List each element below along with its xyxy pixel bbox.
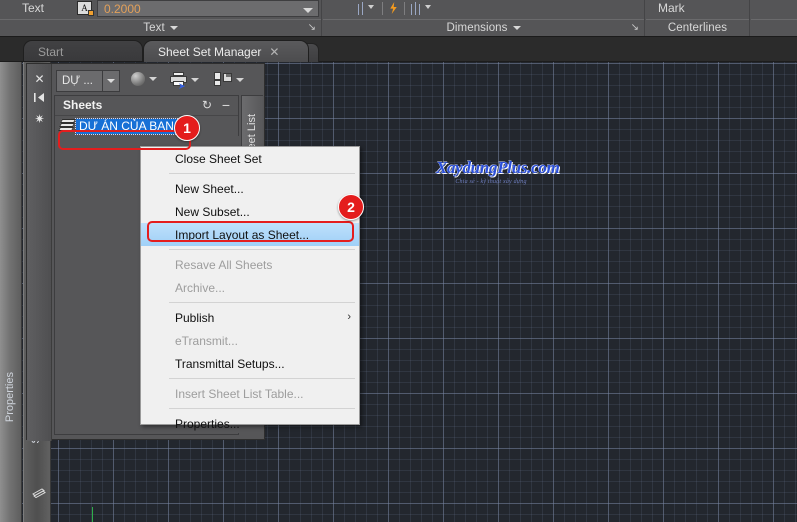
annotation-highlight-import-layout [147,221,354,242]
watermark-tagline: Chia sẻ - kỹ thuật xây dựng [455,179,527,185]
ribbon-panel-text: Text A 0.2000 Text ↘ [0,0,322,36]
menu-separator [169,378,355,379]
chevron-down-icon[interactable] [303,8,313,13]
watermark-title: XaydungPlus.com [436,158,560,177]
dimensions-panel-title: Dimensions [446,22,508,34]
menu-item-label: Properties... [175,416,240,431]
menu-item-close-sheet-set[interactable]: Close Sheet Set [141,147,359,170]
centerlines-panel-controls: Mark [646,0,749,18]
menu-item-label: New Sheet... [175,181,244,196]
ribbon-overflow-top [751,0,797,18]
file-tab-start-label: Start [38,44,64,59]
text-height-label: Text [22,1,45,15]
menu-item-label: Publish [175,310,215,325]
menu-item-label: Transmittal Setups... [175,356,285,371]
menu-item-resave-all-sheets: Resave All Sheets [141,253,359,276]
ucs-y-axis [92,507,93,522]
ssm-toolbar: DỰ ... ➤ [53,68,244,94]
watermark: XaydungPlus.com Chia sẻ - kỹ thuật xây d… [436,158,560,185]
menu-item-new-subset[interactable]: New Subset... [141,200,359,223]
menu-item-label: eTransmit... [175,333,238,348]
dimension-break-icon[interactable] [411,1,420,15]
properties-dock-strip[interactable]: Properties [0,62,22,522]
dimension-style-icon[interactable] [358,1,363,15]
chevron-down-icon[interactable] [191,77,199,82]
collapse-icon[interactable]: − [222,98,230,112]
divider [404,1,405,15]
menu-item-transmittal-setups[interactable]: Transmittal Setups... [141,352,359,375]
ssm-etransmit-button[interactable] [214,72,244,87]
chevron-right-icon: › [347,311,351,323]
file-tab-start[interactable]: Start [23,40,143,62]
center-mark-label[interactable]: Mark [658,1,685,15]
ssm-publish-button[interactable]: ➤ [170,72,199,91]
menu-separator [169,302,355,303]
sheet-set-icon [30,487,47,501]
ribbon: Text A 0.2000 Text ↘ Dimensions ↘ Mark C… [0,0,797,37]
close-icon[interactable]: ✕ [32,72,47,87]
annotation-badge-2: 2 [338,194,364,220]
menu-item-label: Insert Sheet List Table... [175,386,304,401]
chevron-down-icon[interactable] [149,77,157,81]
menu-item-properties[interactable]: Properties... [141,412,359,435]
sheet-set-context-menu: Close Sheet Set New Sheet... New Subset...… [140,146,360,431]
sheets-tree-header: Sheets ↻ − [55,96,238,116]
chevron-down-icon[interactable] [425,5,431,9]
text-panel-title-bar[interactable]: Text ↘ [0,19,321,36]
divider [382,1,383,15]
menu-item-label: New Subset... [175,204,250,219]
menu-item-etransmit: eTransmit... [141,329,359,352]
dimensions-panel-controls [323,0,644,18]
quick-dimension-icon[interactable] [390,2,397,14]
menu-item-new-sheet[interactable]: New Sheet... [141,177,359,200]
ribbon-panel-centerlines: Mark Centerlines [646,0,750,36]
ssm-title-column: ✕ ✷ [27,64,52,441]
menu-item-archive: Archive... [141,276,359,299]
menu-separator [169,249,355,250]
refresh-icon[interactable]: ↻ [202,99,212,112]
sheet-set-selector[interactable]: DỰ ... [56,70,120,92]
menu-item-publish[interactable]: Publish › [141,306,359,329]
file-tab-ssm-label: Sheet Set Manager [158,44,262,59]
dialog-launcher-icon[interactable]: ↘ [631,23,639,33]
menu-separator [169,173,355,174]
ribbon-panel-overflow [751,0,797,36]
menu-item-label: Archive... [175,280,226,295]
chevron-down-icon[interactable] [169,26,178,30]
sheets-header-label: Sheets [63,98,103,112]
panel-properties-icon[interactable]: ✷ [32,112,47,127]
menu-item-label: Resave All Sheets [175,257,273,272]
dimensions-panel-title-bar[interactable]: Dimensions ↘ [323,19,644,36]
chevron-down-icon[interactable] [512,26,521,30]
text-height-value: 0.2000 [104,2,141,16]
chevron-down-icon[interactable] [368,5,374,9]
auto-hide-icon[interactable] [32,92,47,107]
ribbon-overflow-bottom [751,19,797,36]
sheet-set-selector-value: DỰ ... [62,75,93,87]
text-panel-title: Text [143,22,165,34]
chevron-down-icon[interactable] [102,71,119,91]
ssm-detail-view-button[interactable] [131,72,157,86]
menu-separator [169,408,355,409]
file-tab-bar: Start Sheet Set Manager ✕ + [0,37,797,62]
file-tab-sheet-set-manager[interactable]: Sheet Set Manager ✕ [143,40,309,62]
text-panel-controls: Text A 0.2000 [0,0,321,18]
dialog-launcher-icon[interactable]: ↘ [308,23,316,33]
text-height-combo[interactable]: 0.2000 [97,0,319,17]
publish-printer-icon: ➤ [170,72,187,91]
autocad-window: Text A 0.2000 Text ↘ Dimensions ↘ Mark C… [0,0,797,522]
ribbon-panel-dimensions: Dimensions ↘ [323,0,645,36]
text-style-icon[interactable]: A [77,1,94,16]
menu-item-insert-sheet-list-table: Insert Sheet List Table... [141,382,359,405]
annotation-highlight-sheet-item [58,130,191,150]
menu-item-label: Close Sheet Set [175,151,262,166]
centerlines-panel-title: Centerlines [667,22,728,34]
centerlines-panel-title-bar[interactable]: Centerlines [646,19,749,36]
sheet-list-icon [214,72,232,87]
close-icon[interactable]: ✕ [269,45,279,59]
annotation-badge-1: 1 [174,115,200,141]
detail-view-icon [131,72,145,86]
chevron-down-icon[interactable] [236,77,244,82]
properties-dock-label: Properties [4,372,16,423]
